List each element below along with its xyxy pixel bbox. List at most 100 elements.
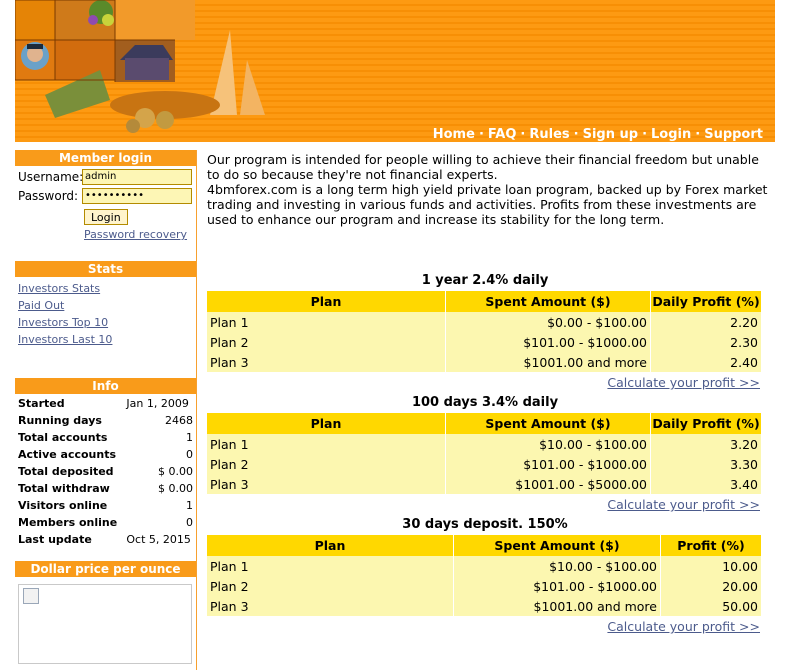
spent-amount: $0.00 - $100.00 [446, 312, 650, 332]
info-row-started: Started Jan 1, 2009 [15, 395, 196, 412]
info-value: Oct 5, 2015 [126, 533, 191, 546]
paid-out-link[interactable]: Paid Out [18, 297, 193, 314]
plan-table: Plan Spent Amount ($) Profit (%) Plan 1 … [206, 535, 762, 616]
header-profit: Daily Profit (%) [651, 291, 761, 312]
profit-percent: 2.30 [651, 332, 761, 352]
spent-amount: $101.00 - $1000.00 [454, 576, 660, 596]
info-row-total-accounts: Total accounts 1 [15, 429, 196, 446]
plan-name: Plan 2 [207, 454, 445, 474]
info-value: 0 [186, 448, 193, 461]
intro-paragraph-2: 4bmforex.com is a long term high yield p… [207, 182, 768, 227]
info-value: 2468 [165, 414, 193, 427]
info-value: $ 0.00 [158, 465, 193, 478]
username-row: Username: [15, 167, 196, 186]
stats-header: Stats [15, 261, 196, 277]
username-label: Username: [18, 169, 84, 184]
investors-last10-link[interactable]: Investors Last 10 [18, 331, 193, 348]
table-row: Plan 1 $10.00 - $100.00 3.20 [207, 434, 761, 454]
plan-table: Plan Spent Amount ($) Daily Profit (%) P… [206, 413, 762, 494]
nav-support-link[interactable]: Support [704, 127, 763, 142]
plan-name: Plan 3 [207, 596, 453, 616]
profit-percent: 3.20 [651, 434, 761, 454]
plan-table: Plan Spent Amount ($) Daily Profit (%) P… [206, 291, 762, 372]
plan-title: 1 year 2.4% daily [421, 273, 549, 288]
spent-amount: $1001.00 and more [454, 596, 660, 616]
plan-table-header: Plan Spent Amount ($) Daily Profit (%) [207, 291, 761, 312]
nav-rules-link[interactable]: Rules [529, 127, 569, 142]
spent-amount: $101.00 - $1000.00 [446, 454, 650, 474]
info-row-members-online: Members online 0 [15, 514, 196, 531]
info-label: Last update [18, 533, 92, 546]
profit-percent: 10.00 [661, 556, 761, 576]
login-button[interactable]: Login [84, 209, 128, 225]
profit-percent: 20.00 [661, 576, 761, 596]
username-input[interactable] [82, 168, 192, 185]
intro-paragraph-1: Our program is intended for people willi… [207, 152, 759, 182]
spent-amount: $10.00 - $100.00 [446, 434, 650, 454]
table-row: Plan 1 $0.00 - $100.00 2.20 [207, 312, 761, 332]
investors-top10-link[interactable]: Investors Top 10 [18, 314, 193, 331]
top-navigation: Home · FAQ · Rules · Sign up · Login · Support [433, 127, 763, 142]
info-value: 0 [186, 516, 193, 529]
header-plan: Plan [207, 413, 445, 434]
info-row-total-deposited: Total deposited $ 0.00 [15, 463, 196, 480]
plan-block: 30 days deposit. 150% Plan Spent Amount … [207, 515, 763, 637]
left-margin [0, 0, 15, 670]
profit-percent: 2.20 [651, 312, 761, 332]
nav-login-link[interactable]: Login [651, 127, 691, 142]
info-value: 1 [186, 431, 193, 444]
plan-name: Plan 1 [207, 312, 445, 332]
table-row: Plan 2 $101.00 - $1000.00 20.00 [207, 576, 761, 596]
plan-block: 100 days 3.4% daily Plan Spent Amount ($… [207, 393, 763, 515]
table-row: Plan 3 $1001.00 and more 2.40 [207, 352, 761, 372]
info-label: Members online [18, 516, 118, 529]
info-row-active-accounts: Active accounts 0 [15, 446, 196, 463]
profit-percent: 3.40 [651, 474, 761, 494]
table-row: Plan 2 $101.00 - $1000.00 3.30 [207, 454, 761, 474]
plan-table-header: Plan Spent Amount ($) Daily Profit (%) [207, 413, 761, 434]
info-table: Started Jan 1, 2009 Running days 2468 To… [15, 395, 196, 548]
profit-percent: 50.00 [661, 596, 761, 616]
broken-image-icon [23, 588, 39, 604]
header-spent-amount: Spent Amount ($) [446, 413, 650, 434]
profit-percent: 2.40 [651, 352, 761, 372]
plan-name: Plan 1 [207, 556, 453, 576]
plan-title: 100 days 3.4% daily [411, 395, 559, 410]
calculate-profit-link[interactable]: Calculate your profit >> [207, 372, 763, 393]
info-label: Visitors online [18, 499, 108, 512]
plan-title: 30 days deposit. 150% [402, 517, 568, 532]
password-input[interactable] [82, 187, 192, 204]
intro-text: Our program is intended for people willi… [207, 152, 768, 227]
calculate-profit-link[interactable]: Calculate your profit >> [207, 494, 763, 515]
table-row: Plan 1 $10.00 - $100.00 10.00 [207, 556, 761, 576]
header-profit: Daily Profit (%) [651, 413, 761, 434]
dollar-price-header: Dollar price per ounce [15, 561, 196, 577]
profit-percent: 3.30 [651, 454, 761, 474]
header-profit: Profit (%) [661, 535, 761, 556]
header-spent-amount: Spent Amount ($) [446, 291, 650, 312]
spent-amount: $10.00 - $100.00 [454, 556, 660, 576]
nav-faq-link[interactable]: FAQ [488, 127, 517, 142]
nav-separator: · [695, 127, 701, 142]
info-row-total-withdraw: Total withdraw $ 0.00 [15, 480, 196, 497]
info-value: 1 [186, 499, 193, 512]
info-label: Running days [18, 414, 102, 427]
table-row: Plan 3 $1001.00 - $5000.00 3.40 [207, 474, 761, 494]
plan-name: Plan 2 [207, 332, 445, 352]
info-row-visitors-online: Visitors online 1 [15, 497, 196, 514]
calculate-profit-link[interactable]: Calculate your profit >> [207, 616, 763, 637]
info-label: Total withdraw [18, 482, 110, 495]
plan-block: 1 year 2.4% daily Plan Spent Amount ($) … [207, 271, 763, 393]
nav-signup-link[interactable]: Sign up [583, 127, 638, 142]
info-row-running-days: Running days 2468 [15, 412, 196, 429]
info-label: Active accounts [18, 448, 117, 461]
header-plan: Plan [207, 535, 453, 556]
nav-home-link[interactable]: Home [433, 127, 475, 142]
password-recovery-link[interactable]: Password recovery [84, 228, 196, 241]
header-plan: Plan [207, 291, 445, 312]
info-label: Total deposited [18, 465, 114, 478]
nav-separator: · [520, 127, 526, 142]
investors-stats-link[interactable]: Investors Stats [18, 280, 193, 297]
